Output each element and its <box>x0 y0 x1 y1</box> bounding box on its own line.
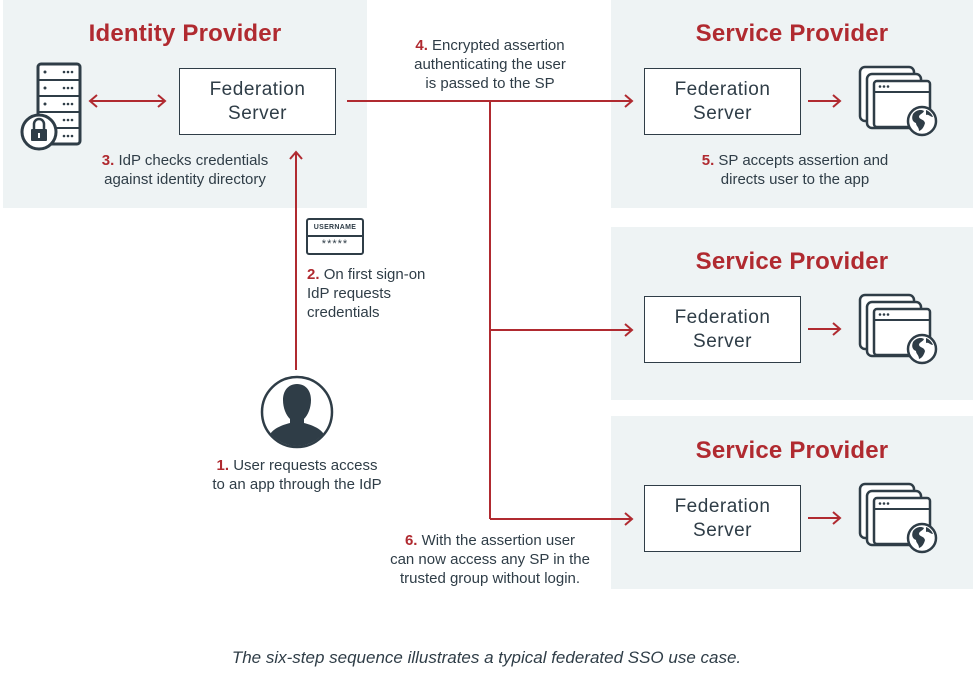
step-5-caption: 5. SP accepts assertion and directs user… <box>660 151 930 189</box>
step-6-line3: trusted group without login. <box>399 570 581 587</box>
idp-federation-server: Federation Server <box>179 68 336 135</box>
step-4-number: 4. <box>415 37 428 54</box>
step-1-caption: 1. User requests access to an app throug… <box>172 456 422 494</box>
web-apps-globe-icon <box>858 482 938 554</box>
web-apps-globe-icon <box>858 293 938 365</box>
step-2-line2: IdP requests <box>307 285 391 302</box>
step-1-line1: User requests access <box>233 457 378 474</box>
step-2-line1: On first sign-on <box>323 266 426 283</box>
step-6-number: 6. <box>404 532 418 549</box>
step-1-number: 1. <box>216 457 230 474</box>
service-provider-3-title: Service Provider <box>695 437 889 464</box>
step-2-number: 2. <box>307 266 320 283</box>
step-6-line1: With the assertion user <box>421 532 576 549</box>
step-2-line3: credentials <box>307 304 380 321</box>
credentials-password-mask: ***** <box>321 238 349 250</box>
server-lock-icon <box>20 62 82 151</box>
web-apps-globe-icon <box>858 65 938 137</box>
user-avatar-icon <box>260 375 334 449</box>
sp1-federation-server: Federation Server <box>644 68 801 135</box>
credentials-card-icon: USERNAME ***** <box>306 218 364 255</box>
step-6-caption: 6. With the assertion user can now acces… <box>365 531 615 588</box>
step-5-number: 5. <box>701 152 715 169</box>
step-6-line2: can now access any SP in the <box>390 551 590 568</box>
idp-federation-server-line2: Server <box>228 102 287 124</box>
service-provider-1-title: Service Provider <box>695 20 889 47</box>
step-4-caption: 4. Encrypted assertion authenticating th… <box>370 36 610 93</box>
step-3-line1: IdP checks credentials <box>118 152 269 169</box>
step-4-line1: Encrypted assertion <box>432 37 565 54</box>
sp3-federation-server: Federation Server <box>644 485 801 552</box>
step-3-caption: 3. IdP checks credentials against identi… <box>60 151 310 189</box>
sp2-federation-server-line1: Federation <box>674 306 771 328</box>
step-4-line2: authenticating the user <box>414 56 566 73</box>
step-5-line2: directs user to the app <box>720 171 870 188</box>
identity-provider-title: Identity Provider <box>88 20 282 47</box>
service-provider-2-title: Service Provider <box>695 248 889 275</box>
step-4-line3: is passed to the SP <box>425 75 555 92</box>
sp2-federation-server: Federation Server <box>644 296 801 363</box>
step-2-caption: 2. On first sign-on IdP requests credent… <box>307 265 487 322</box>
sp3-federation-server-line2: Server <box>693 519 752 541</box>
credentials-username-label: USERNAME <box>308 220 362 237</box>
step-3-number: 3. <box>101 152 115 169</box>
sp1-federation-server-line2: Server <box>693 102 752 124</box>
step-5-line1: SP accepts assertion and <box>718 152 889 169</box>
figure-caption: The six-step sequence illustrates a typi… <box>231 648 742 667</box>
sp1-federation-server-line1: Federation <box>674 78 771 100</box>
idp-federation-server-line1: Federation <box>209 78 306 100</box>
sp3-federation-server-line1: Federation <box>674 495 771 517</box>
step-1-line2: to an app through the IdP <box>212 476 382 493</box>
step-3-line2: against identity directory <box>104 171 266 188</box>
sp2-federation-server-line2: Server <box>693 330 752 352</box>
